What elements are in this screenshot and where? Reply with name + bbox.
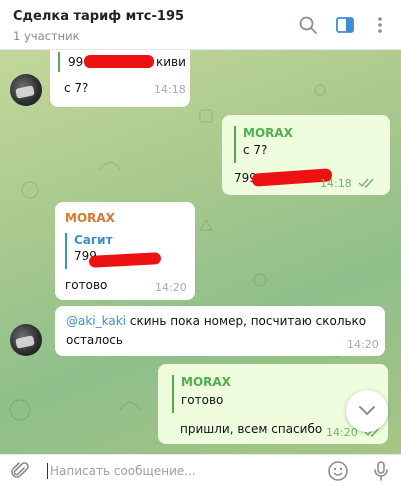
emoji-icon[interactable]	[327, 460, 349, 482]
message-text-line2: осталось	[66, 333, 123, 347]
search-icon[interactable]	[298, 15, 318, 35]
message-time: 14:20	[326, 426, 358, 439]
quote-author: Сагит	[74, 233, 113, 247]
quote-text: 99	[68, 55, 84, 69]
reply-quote[interactable]: 99 киви	[58, 52, 186, 72]
quote-author: MORAX	[243, 126, 293, 140]
message-time: 14:20	[347, 338, 379, 351]
microphone-icon[interactable]	[371, 460, 391, 482]
quote-text: с 7?	[243, 143, 268, 157]
chat-header: Сделка тариф мтс-195 1 участник	[0, 0, 401, 50]
scroll-to-bottom-button[interactable]	[346, 390, 388, 432]
message-text: @aki_kaki скинь пока номер, посчитаю ско…	[66, 314, 366, 328]
message-bubble-4[interactable]: @aki_kaki скинь пока номер, посчитаю ско…	[55, 306, 385, 356]
message-bubble-2[interactable]: MORAX с 7? 799 14:18	[222, 115, 390, 195]
message-time: 14:18	[320, 177, 352, 190]
text-caret	[47, 463, 48, 479]
sidebar-toggle-icon[interactable]	[335, 15, 355, 35]
message-text: пришли, всем спасибо	[180, 422, 323, 436]
message-composer: Написать сообщение...	[0, 454, 401, 486]
message-list[interactable]: 99 киви с 7? 14:18 MORAX с 7? 799 14:18 …	[0, 50, 401, 454]
message-text-line1: скинь пока номер, посчитаю сколько	[129, 314, 367, 328]
more-menu-icon[interactable]	[370, 15, 390, 35]
reply-quote[interactable]: MORAX с 7?	[234, 126, 293, 163]
read-checkmarks-icon	[358, 178, 374, 188]
quote-author: MORAX	[181, 375, 231, 389]
message-time: 14:18	[154, 83, 186, 96]
chat-subtitle[interactable]: 1 участник	[13, 29, 80, 43]
message-bubble-1[interactable]: 99 киви с 7? 14:18	[50, 50, 190, 107]
user-mention-link[interactable]: @aki_kaki	[66, 314, 126, 328]
quote-text: готово	[181, 393, 224, 407]
sender-name[interactable]: MORAX	[65, 211, 115, 225]
avatar[interactable]	[10, 324, 42, 356]
quote-text-suffix: киви	[156, 55, 186, 69]
chat-title[interactable]: Сделка тариф мтс-195	[13, 9, 184, 24]
redaction-mark	[88, 252, 162, 268]
message-input[interactable]: Написать сообщение...	[50, 464, 196, 478]
reply-quote[interactable]: MORAX готово	[172, 375, 231, 413]
message-text: готово	[65, 278, 108, 292]
message-time: 14:20	[155, 281, 187, 294]
chevron-down-icon	[359, 406, 375, 416]
redaction-mark	[84, 55, 154, 68]
attach-icon[interactable]	[10, 461, 30, 481]
avatar[interactable]	[10, 74, 42, 106]
message-bubble-3[interactable]: MORAX Сагит 799 готово 14:20	[55, 202, 195, 300]
message-text: с 7?	[64, 81, 89, 95]
